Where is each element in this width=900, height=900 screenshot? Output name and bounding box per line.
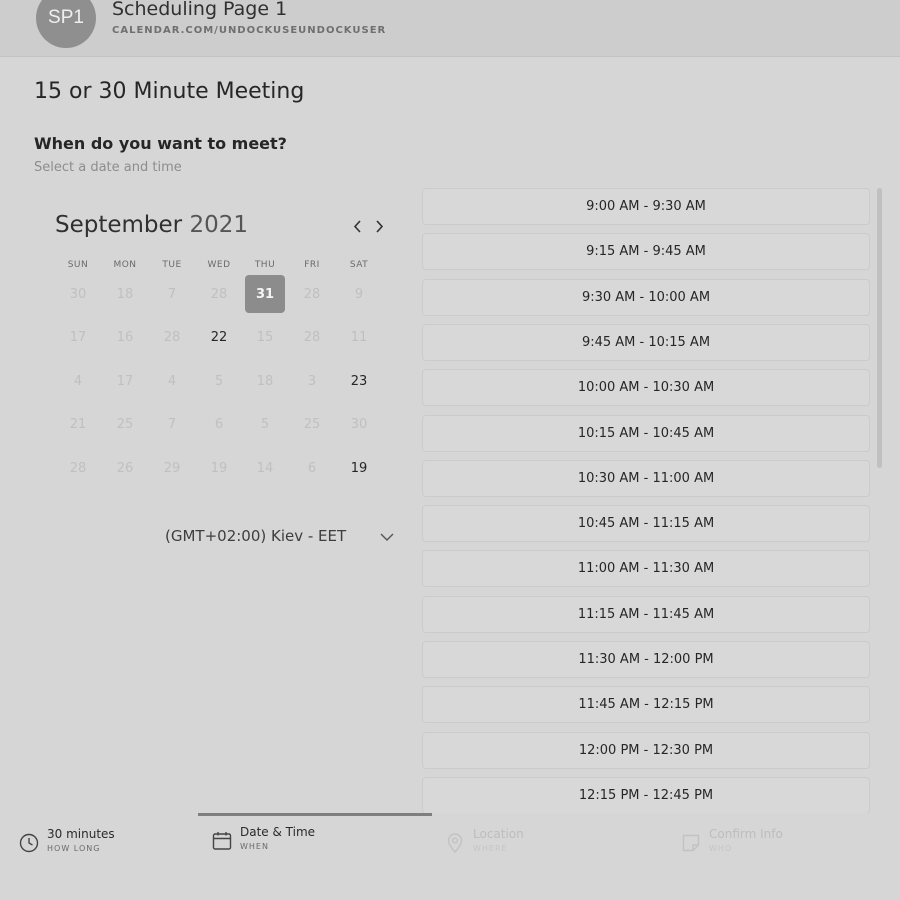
calendar-day-unavailable: 5 <box>260 416 270 432</box>
calendar-day-unavailable: 30 <box>69 286 87 302</box>
calendar-day-unavailable: 25 <box>303 416 321 432</box>
time-slot-list[interactable]: 9:00 AM - 9:30 AM 9:15 AM - 9:45 AM 9:30 A… <box>422 188 870 813</box>
progress-steps: 30 minutes HOW LONG Date & Time WHEN Loc… <box>0 813 900 900</box>
calendar-day-unavailable: 26 <box>116 460 134 476</box>
time-slot-button[interactable]: 9:00 AM - 9:30 AM <box>422 188 870 225</box>
calendar-day-unavailable: 28 <box>69 460 87 476</box>
chevron-left-icon <box>353 219 361 233</box>
weekday-thu: THU <box>254 260 276 270</box>
page-header: SP1 Scheduling Page 1 CALENDAR.COM/UNDOC… <box>0 0 900 57</box>
clock-icon <box>19 833 39 853</box>
step-duration[interactable]: 30 minutes HOW LONG <box>18 827 115 854</box>
step-location[interactable]: Location WHERE <box>444 827 524 854</box>
scheduling-page-name: Scheduling Page 1 <box>112 0 288 20</box>
chevron-down-icon[interactable] <box>379 531 395 543</box>
calendar-day-unavailable: 15 <box>256 329 274 345</box>
meeting-title: 15 or 30 Minute Meeting <box>34 79 305 104</box>
step-caption: WHO <box>709 844 733 853</box>
calendar-day-unavailable: 11 <box>350 329 368 345</box>
calendar-year: 2021 <box>189 212 248 238</box>
calendar-day-available[interactable]: 23 <box>339 362 379 400</box>
calendar-day-available[interactable]: 22 <box>199 318 239 356</box>
calendar-day-unavailable: 28 <box>163 329 181 345</box>
note-icon <box>682 834 700 852</box>
time-slot-button[interactable]: 11:15 AM - 11:45 AM <box>422 595 870 633</box>
time-slot-button[interactable]: 12:00 PM - 12:30 PM <box>422 731 870 769</box>
calendar-day-unavailable: 28 <box>303 329 321 345</box>
weekday-tue: TUE <box>162 260 182 270</box>
step-label: Date & Time <box>240 825 316 839</box>
calendar-day-unavailable: 17 <box>116 373 134 389</box>
calendar-day-unavailable: 28 <box>210 286 228 302</box>
section-subtitle: Select a date and time <box>34 160 182 175</box>
step-date-time[interactable]: Date & Time WHEN <box>211 825 315 852</box>
time-slot-button[interactable]: 11:00 AM - 11:30 AM <box>422 550 870 588</box>
calendar-icon <box>212 832 232 850</box>
calendar-month: September <box>55 212 183 238</box>
progress-indicator <box>198 813 432 816</box>
weekday-fri: FRI <box>304 260 320 270</box>
weekday-mon: MON <box>113 260 137 270</box>
calendar-day-unavailable: 4 <box>73 373 83 389</box>
time-slot-button[interactable]: 12:15 PM - 12:45 PM <box>422 776 870 813</box>
calendar-day-unavailable: 5 <box>214 373 224 389</box>
step-caption: WHEN <box>240 842 269 851</box>
time-slot-button[interactable]: 9:30 AM - 10:00 AM <box>422 278 870 316</box>
calendar-day-unavailable: 29 <box>163 460 181 476</box>
step-confirm-info[interactable]: Confirm Info WHO <box>680 827 783 854</box>
step-label: 30 minutes <box>47 827 115 841</box>
time-slot-button[interactable]: 9:45 AM - 10:15 AM <box>422 323 870 361</box>
time-slot-button[interactable]: 10:30 AM - 11:00 AM <box>422 459 870 497</box>
previous-month-button[interactable] <box>347 214 367 238</box>
weekday-sun: SUN <box>67 260 89 270</box>
avatar[interactable]: SP1 <box>36 0 96 48</box>
time-slot-button[interactable]: 10:15 AM - 10:45 AM <box>422 414 870 452</box>
scheduling-page-url[interactable]: CALENDAR.COM/UNDOCKUSEUNDOCKUSER <box>112 25 386 36</box>
calendar-day-unavailable: 18 <box>256 373 274 389</box>
chevron-right-icon <box>375 219 383 233</box>
calendar-day-unavailable: 17 <box>69 329 87 345</box>
step-caption: HOW LONG <box>47 844 101 853</box>
location-pin-icon <box>447 833 463 854</box>
calendar-day-unavailable: 7 <box>167 416 177 432</box>
calendar-day-selected[interactable]: 31 <box>245 275 285 313</box>
calendar-day-unavailable: 3 <box>307 373 317 389</box>
calendar-day-unavailable: 6 <box>214 416 224 432</box>
calendar-day-unavailable: 16 <box>116 329 134 345</box>
time-slot-button[interactable]: 9:15 AM - 9:45 AM <box>422 233 870 271</box>
calendar-day-unavailable: 30 <box>350 416 368 432</box>
calendar-day-unavailable: 4 <box>167 373 177 389</box>
timezone-select[interactable]: (GMT+02:00) Kiev - EET <box>165 527 346 545</box>
time-slot-button[interactable]: 10:00 AM - 10:30 AM <box>422 369 870 407</box>
time-slot-button[interactable]: 11:30 AM - 12:00 PM <box>422 641 870 678</box>
next-month-button[interactable] <box>369 214 389 238</box>
weekday-wed: WED <box>207 260 231 270</box>
step-label: Confirm Info <box>709 827 783 841</box>
time-slot-button[interactable]: 11:45 AM - 12:15 PM <box>422 686 870 724</box>
calendar-day-unavailable: 28 <box>303 286 321 302</box>
calendar-day-unavailable: 21 <box>69 416 87 432</box>
calendar-day-available[interactable]: 19 <box>339 449 379 487</box>
calendar-day-unavailable: 7 <box>167 286 177 302</box>
time-slot-button[interactable]: 10:45 AM - 11:15 AM <box>422 505 870 543</box>
step-label: Location <box>473 827 524 841</box>
calendar-day-unavailable: 14 <box>256 460 274 476</box>
step-caption: WHERE <box>473 844 508 853</box>
calendar-day-unavailable: 25 <box>116 416 134 432</box>
section-heading: When do you want to meet? <box>34 134 287 153</box>
calendar-day-unavailable: 19 <box>210 460 228 476</box>
calendar-day-unavailable: 18 <box>116 286 134 302</box>
scrollbar[interactable] <box>877 188 882 468</box>
weekday-sat: SAT <box>349 260 369 270</box>
calendar-day-unavailable: 6 <box>307 460 317 476</box>
calendar-month-year: September 2021 <box>55 212 248 238</box>
calendar-day-unavailable: 9 <box>354 286 364 302</box>
